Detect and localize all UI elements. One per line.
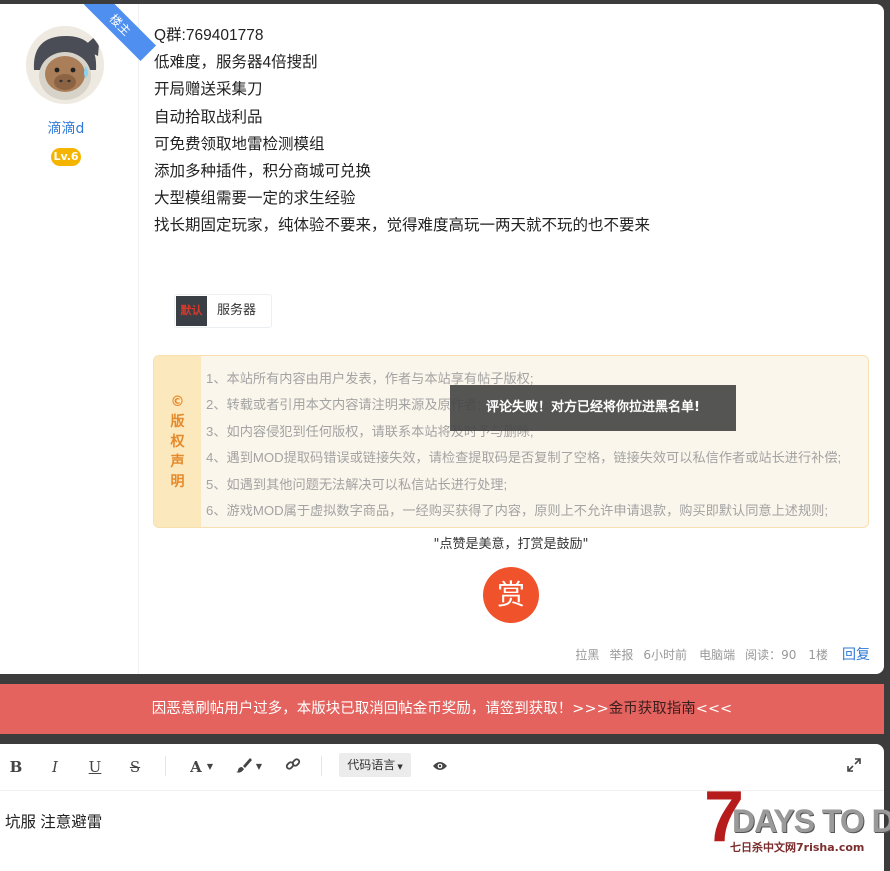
- post-content: Q群:769401778 低难度，服务器4倍搜刮 开局赠送采集刀 自动拾取战利品…: [154, 22, 874, 240]
- site-watermark-logo: 7 DAYS TO DIE 七日杀中文网7risha.com: [700, 781, 890, 861]
- author-panel: 楼主 滴滴d Lv.6: [0, 4, 157, 674]
- tag-label: 服务器: [217, 303, 257, 318]
- post-line: 开局赠送采集刀: [154, 81, 263, 99]
- font-color-button[interactable]: A: [186, 756, 206, 778]
- report-link[interactable]: 举报: [609, 646, 633, 663]
- chevron-down-icon[interactable]: ▼: [206, 756, 214, 778]
- reward-button[interactable]: 赏: [483, 567, 539, 623]
- tag-chip-server[interactable]: 默认 服务器: [174, 294, 272, 328]
- italic-button[interactable]: I: [47, 756, 63, 778]
- post-line: 自动拾取战利品: [154, 108, 263, 126]
- copyright-title-char: 权: [170, 433, 185, 450]
- watermark-title: DAYS TO DIE: [732, 803, 890, 839]
- copyright-title-char: 明: [170, 473, 185, 490]
- avatar[interactable]: [26, 26, 104, 104]
- link-icon[interactable]: [283, 756, 303, 778]
- notice-bar: 因恶意刷帖用户过多，本版块已取消回帖金币奖励，请签到获取！>>>金币获取指南<<…: [0, 684, 884, 734]
- copyright-title: © 版 权 声 明: [154, 356, 201, 527]
- copyright-rule: 6、游戏MOD属于虚拟数字商品，一经购买获得了内容，原则上不允许申请退款，购买即…: [206, 502, 829, 518]
- post-line: 添加多种插件，积分商城可兑换: [154, 162, 372, 180]
- reply-textarea[interactable]: 坑服 注意避雷: [5, 810, 102, 832]
- device-label: 电脑端: [699, 647, 736, 662]
- copyright-notice: © 版 权 声 明 1、本站所有内容由用户发表，作者与本站享有帖子版权; 2、转…: [153, 355, 869, 528]
- copyright-icon: ©: [170, 393, 185, 410]
- toolbar-divider: [321, 756, 322, 776]
- copyright-rule: 5、如遇到其他问题无法解决可以私信站长进行处理;: [206, 476, 508, 492]
- post-line: Q群:769401778: [154, 27, 264, 44]
- reward-slogan: "点赞是美意，打赏是鼓励": [433, 537, 589, 552]
- error-toast: 评论失败！对方已经将你拉进黑名单!: [450, 385, 736, 431]
- copyright-title-char: 版: [170, 413, 185, 430]
- copyright-rule: 4、遇到MOD提取码错误或链接失效，请检查提取码是否复制了空格，链接失效可以私信…: [206, 450, 842, 466]
- bold-button[interactable]: B: [8, 756, 24, 778]
- chevron-down-icon: ▼: [397, 763, 403, 771]
- notice-text: 因恶意刷帖用户过多，本版块已取消回帖金币奖励，请签到获取！>>>: [151, 701, 609, 717]
- reply-button[interactable]: 回复: [842, 644, 870, 664]
- coin-guide-link[interactable]: 金币获取指南: [609, 701, 696, 717]
- toolbar-divider: [165, 756, 166, 776]
- notice-suffix: <<<: [695, 701, 733, 717]
- brush-icon[interactable]: [233, 756, 255, 778]
- post-line: 找长期固定玩家，纯体验不要来，觉得难度高玩一两天就不玩的也不要来: [154, 217, 651, 235]
- chevron-down-icon[interactable]: ▼: [255, 756, 263, 778]
- underline-button[interactable]: U: [87, 756, 103, 778]
- tag-thumbnail: 默认: [176, 296, 207, 326]
- fullscreen-icon[interactable]: [845, 756, 863, 778]
- post-line: 大型模组需要一定的求生经验: [154, 190, 356, 208]
- copyright-title-char: 声: [170, 453, 185, 470]
- watermark-subtitle: 七日杀中文网7risha.com: [730, 841, 865, 854]
- post-meta: 拉黑 举报 6小时前 电脑端 阅读：90 1楼 回复: [565, 644, 870, 664]
- post-line: 可免费领取地雷检测模组: [154, 135, 325, 153]
- block-link[interactable]: 拉黑: [575, 646, 599, 663]
- post-card: 楼主 滴滴d Lv.6 Q群:769401778 低难度，服务器4倍搜刮 开局赠…: [0, 4, 884, 674]
- strikethrough-button[interactable]: S: [127, 756, 143, 778]
- capybara-avatar-icon: [26, 26, 104, 104]
- code-language-dropdown[interactable]: 代码语言 ▼: [339, 753, 411, 777]
- username-link[interactable]: 滴滴d: [0, 118, 132, 138]
- post-time: 6小时前: [643, 647, 688, 662]
- preview-eye-icon[interactable]: [431, 756, 449, 778]
- code-language-label: 代码语言: [347, 758, 396, 772]
- floor-number: 1楼: [808, 647, 828, 662]
- read-count: 阅读：90: [745, 647, 797, 662]
- post-line: 低难度，服务器4倍搜刮: [154, 54, 318, 72]
- level-badge: Lv.6: [51, 148, 81, 166]
